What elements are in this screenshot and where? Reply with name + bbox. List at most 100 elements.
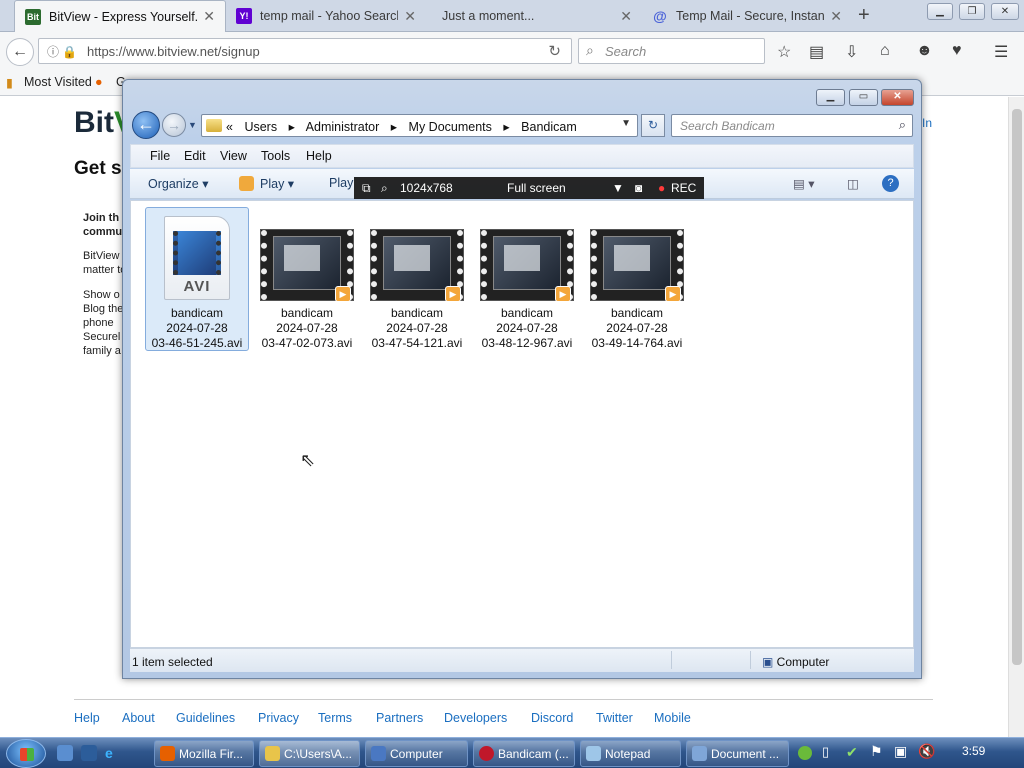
tab-yahoo[interactable]: Y! temp mail - Yahoo Search ... ✕ (226, 0, 426, 32)
address-bar[interactable]: « Users ▸ Administrator ▸ My Documents ▸… (201, 114, 638, 137)
tab-bitview[interactable]: Bit BitView - Express Yourself. ✕ (14, 0, 226, 32)
home-icon[interactable]: ⌂ (880, 42, 890, 60)
downloads-icon[interactable]: ⇩ (845, 42, 858, 62)
file-item[interactable]: ▶ bandicam 2024-07-28 03-47-02-073.avi (255, 207, 359, 351)
breadcrumb-bandicam[interactable]: Bandicam (521, 120, 577, 134)
internet-explorer-icon[interactable]: e (105, 745, 121, 761)
tray-security-icon[interactable]: ✔ (846, 744, 858, 761)
taskbar-explorer[interactable]: C:\Users\A... (259, 740, 360, 767)
close-icon[interactable]: ✕ (203, 8, 215, 25)
tab-just-a-moment[interactable]: Just a moment... ✕ (432, 0, 642, 32)
preview-pane-icon[interactable]: ◫ (847, 176, 859, 191)
close-icon[interactable]: ✕ (620, 8, 632, 25)
breadcrumb-users[interactable]: Users (244, 120, 277, 134)
chevron-down-icon[interactable]: ▼ (621, 118, 631, 129)
help-icon[interactable]: ? (882, 175, 899, 192)
bandicam-toolbar[interactable]: ⧉ ⌕ 1024x768 Full screen ▼ ◙ ● REC (354, 177, 704, 199)
menu-icon[interactable]: ☰ (994, 42, 1008, 62)
views-icon[interactable]: ▤ ▾ (793, 176, 815, 191)
menu-view[interactable]: View (220, 149, 247, 163)
breadcrumb-administrator[interactable]: Administrator (306, 120, 380, 134)
play-icon: ▶ (335, 286, 351, 302)
bookmark-most-visited[interactable]: Most Visited (24, 75, 92, 89)
breadcrumb-separator[interactable]: ▸ (391, 120, 397, 134)
footer-link-twitter[interactable]: Twitter (596, 711, 633, 725)
tray-file-icon[interactable]: ▯ (822, 744, 829, 760)
explorer-window[interactable]: ▁ ▭ ✕ ← → ▼ « Users ▸ Administrator ▸ My… (122, 79, 922, 679)
taskbar-computer[interactable]: Computer (365, 740, 468, 767)
start-button[interactable] (6, 739, 46, 768)
footer-link-mobile[interactable]: Mobile (654, 711, 691, 725)
file-item[interactable]: ▶ bandicam 2024-07-28 03-49-14-764.avi (585, 207, 689, 351)
footer-link-privacy[interactable]: Privacy (258, 711, 299, 725)
recent-pages-dropdown[interactable]: ▼ (188, 120, 197, 130)
back-button[interactable]: ← (132, 111, 160, 139)
reading-list-icon[interactable]: ▤ (809, 42, 824, 62)
file-item[interactable]: ▶ bandicam 2024-07-28 03-48-12-967.avi (475, 207, 579, 351)
footer-link-developers[interactable]: Developers (444, 711, 507, 725)
forward-button[interactable]: → (162, 113, 186, 137)
footer-link-about[interactable]: About (122, 711, 155, 725)
close-icon[interactable]: ✕ (830, 8, 842, 25)
reload-icon[interactable]: ↻ (548, 42, 561, 60)
restore-button[interactable]: ❐ (959, 3, 985, 20)
bookmark-star-icon[interactable]: ☆ (777, 42, 791, 62)
show-desktop-icon[interactable] (57, 745, 73, 761)
page-scrollbar[interactable] (1008, 97, 1024, 737)
window-mode-icon[interactable]: ⧉ (362, 181, 371, 196)
taskbar-document[interactable]: Document ... (686, 740, 789, 767)
footer-link-discord[interactable]: Discord (531, 711, 573, 725)
capture-mode[interactable]: Full screen (507, 181, 566, 195)
search-bar[interactable]: ⌕ Search (578, 38, 765, 64)
minimize-button[interactable]: ▁ (816, 89, 845, 106)
menu-tools[interactable]: Tools (261, 149, 290, 163)
explorer-search-input[interactable]: Search Bandicam ⌕ (671, 114, 913, 137)
maximize-button[interactable]: ▭ (849, 89, 878, 106)
pocket-icon[interactable]: ♥ (952, 42, 962, 60)
play-button[interactable]: Play ▾ (260, 176, 294, 191)
chevron-down-icon[interactable]: ▼ (612, 181, 624, 195)
chat-icon[interactable]: ☻ (916, 42, 933, 60)
url-bar[interactable]: ⓘ 🔒 https://www.bitview.net/signup ↻ (38, 38, 572, 64)
play-all-button[interactable]: Play (329, 176, 353, 190)
menu-edit[interactable]: Edit (184, 149, 206, 163)
menu-file[interactable]: File (150, 149, 170, 163)
breadcrumb-separator[interactable]: ▸ (289, 120, 295, 134)
file-item[interactable]: ▶ bandicam 2024-07-28 03-47-54-121.avi (365, 207, 469, 351)
breadcrumb-overflow[interactable]: « (226, 120, 233, 134)
search-icon[interactable]: ⌕ (381, 181, 388, 196)
taskbar-clock[interactable]: 3:59 (962, 744, 985, 758)
back-button[interactable]: ← (6, 38, 34, 66)
taskbar-bandicam[interactable]: Bandicam (... (473, 740, 575, 767)
switch-windows-icon[interactable] (81, 745, 97, 761)
close-window-button[interactable]: ✕ (881, 89, 914, 106)
footer-link-terms[interactable]: Terms (318, 711, 352, 725)
sign-in-link[interactable]: In (922, 116, 932, 130)
close-icon[interactable]: ✕ (404, 8, 416, 25)
breadcrumb-separator[interactable]: ▸ (503, 120, 509, 134)
taskbar-notepad[interactable]: Notepad (580, 740, 681, 767)
footer-link-partners[interactable]: Partners (376, 711, 423, 725)
tray-flag-icon[interactable]: ⚑ (870, 743, 883, 760)
footer-link-guidelines[interactable]: Guidelines (176, 711, 235, 725)
tray-status-icon[interactable] (798, 746, 812, 760)
tab-temp-mail[interactable]: @ Temp Mail - Secure, Instan... ✕ (642, 0, 852, 32)
file-item[interactable]: AVI bandicam 2024-07-28 03-46-51-245.avi (145, 207, 249, 351)
menu-help[interactable]: Help (306, 149, 332, 163)
avi-label: AVI (183, 278, 211, 295)
tray-network-icon[interactable]: ▣ (894, 743, 907, 760)
tray-volume-muted-icon[interactable]: 🔇 (918, 743, 935, 760)
breadcrumb-my-documents[interactable]: My Documents (409, 120, 492, 134)
organize-button[interactable]: Organize ▾ (148, 176, 208, 191)
refresh-button[interactable]: ↻ (641, 114, 665, 137)
file-name: bandicam (280, 306, 334, 320)
scrollbar-thumb[interactable] (1012, 109, 1022, 665)
minimize-button[interactable]: ▁ (927, 3, 953, 20)
rec-button[interactable]: REC (671, 181, 696, 195)
camera-icon[interactable]: ◙ (635, 181, 642, 195)
footer-link-help[interactable]: Help (74, 711, 100, 725)
info-lock-icon[interactable]: ⓘ 🔒 (47, 43, 77, 60)
close-window-button[interactable]: ✕ (991, 3, 1019, 20)
taskbar-firefox[interactable]: Mozilla Fir... (154, 740, 254, 767)
new-tab-button[interactable]: + (858, 4, 870, 27)
